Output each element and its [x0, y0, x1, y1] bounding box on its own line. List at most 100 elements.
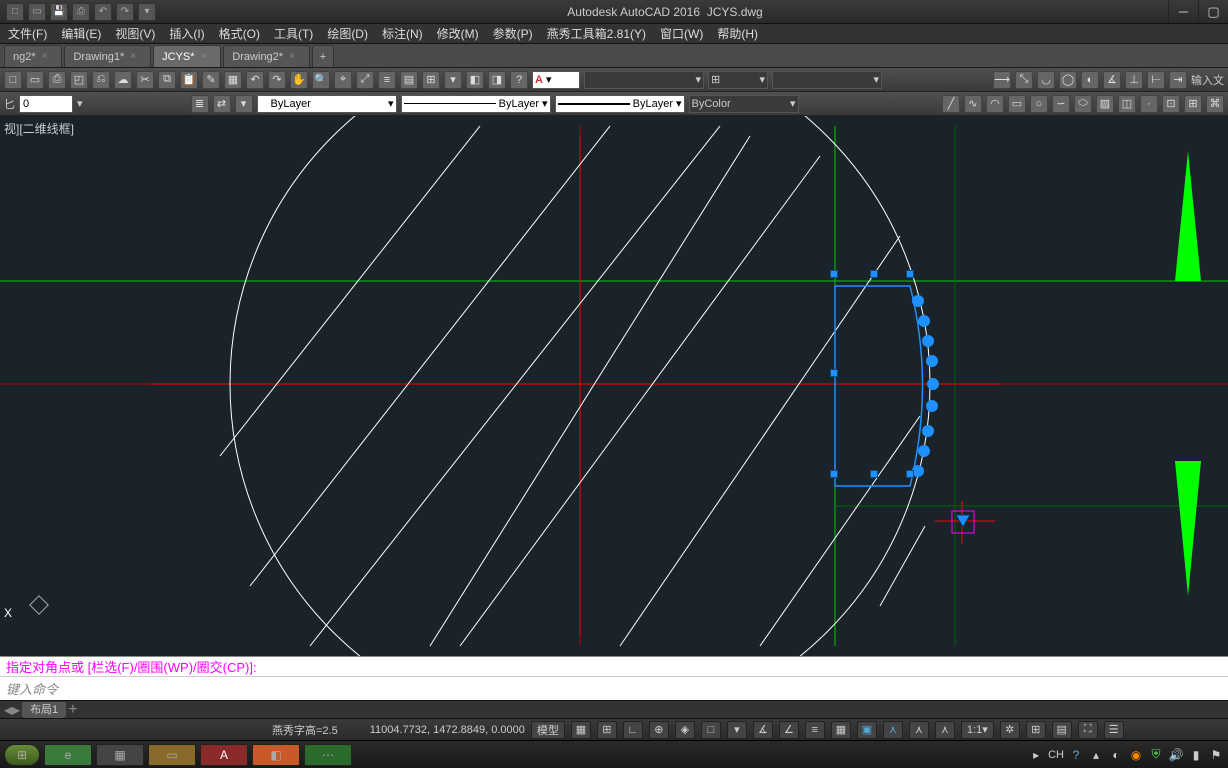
cycle-icon[interactable]: ▣	[857, 721, 877, 739]
qat-redo-icon[interactable]: ↷	[116, 3, 134, 21]
drawing-canvas[interactable]: 视][二维线框]	[0, 116, 1228, 656]
osnap-dd-icon[interactable]: ▾	[727, 721, 747, 739]
layout-nav-icon[interactable]: ◂▸	[4, 700, 20, 720]
transp-icon[interactable]: ▦	[831, 721, 851, 739]
qat-print-icon[interactable]: ⎙	[72, 3, 90, 21]
qat-save-icon[interactable]: 💾	[50, 3, 68, 21]
menu-modify[interactable]: 修改(M)	[437, 25, 479, 42]
mleader-dropdown[interactable]: ▾	[772, 71, 882, 89]
qat-undo-icon[interactable]: ↶	[94, 3, 112, 21]
dim9-icon[interactable]: ⇥	[1169, 71, 1187, 89]
new-icon[interactable]: □	[4, 71, 22, 89]
command-input[interactable]: 键入命令	[0, 676, 1228, 700]
dim4-icon[interactable]: ◯	[1059, 71, 1077, 89]
close-icon[interactable]: ×	[130, 51, 136, 62]
cut-icon[interactable]: ✂	[136, 71, 154, 89]
menu-param[interactable]: 参数(P)	[493, 25, 533, 42]
color-dropdown[interactable]: ByColor▾	[689, 95, 799, 113]
doc-tab[interactable]: ng2*×	[4, 45, 62, 67]
tray-net-icon[interactable]: ▮	[1188, 747, 1204, 763]
grip-handle[interactable]	[906, 270, 914, 278]
scale-dropdown-icon[interactable]: ▾	[77, 97, 83, 110]
filter-icon[interactable]: ▾	[235, 95, 253, 113]
snap-icon[interactable]: ⊞	[597, 721, 617, 739]
dim3-icon[interactable]: ◡	[1037, 71, 1055, 89]
draw-rect-icon[interactable]: ▭	[1008, 95, 1026, 113]
linetype-dropdown[interactable]: ByLayer▾	[401, 95, 551, 113]
grip-handle[interactable]	[830, 470, 838, 478]
preview-icon[interactable]: ◰	[70, 71, 88, 89]
menu-window[interactable]: 窗口(W)	[660, 25, 703, 42]
menu-tools[interactable]: 工具(T)	[274, 25, 313, 42]
draw-10-icon[interactable]: ⊞	[1184, 95, 1202, 113]
task-powerpoint[interactable]: ◧	[252, 744, 300, 766]
lineweight-dropdown[interactable]: ByLayer▾	[555, 95, 685, 113]
task-calculator[interactable]: ▦	[96, 744, 144, 766]
draw-line-icon[interactable]: ╱	[942, 95, 960, 113]
scale-input[interactable]	[19, 95, 73, 113]
plot-icon[interactable]: ⎌	[92, 71, 110, 89]
quickprops-icon[interactable]: ▤	[1052, 721, 1072, 739]
draw-hatch-icon[interactable]: ▨	[1096, 95, 1114, 113]
grip-handle[interactable]	[870, 470, 878, 478]
zoom-icon[interactable]: 🔍	[312, 71, 330, 89]
task-explorer[interactable]: ▭	[148, 744, 196, 766]
tray-2-icon[interactable]: ◉	[1128, 747, 1144, 763]
undo-icon[interactable]: ↶	[246, 71, 264, 89]
dim5-icon[interactable]: ◐	[1081, 71, 1099, 89]
tray-flag2-icon[interactable]: ⚑	[1208, 747, 1224, 763]
table-dropdown[interactable]: ⊞▾	[708, 71, 768, 89]
menu-yanxiu[interactable]: 燕秀工具箱2.81(Y)	[547, 25, 646, 42]
block-icon[interactable]: ▦	[224, 71, 242, 89]
help-icon[interactable]: ?	[510, 71, 528, 89]
sheet-icon[interactable]: ▤	[400, 71, 418, 89]
close-icon[interactable]: ×	[200, 51, 206, 62]
menu-edit[interactable]: 编辑(E)	[61, 25, 101, 42]
dim6-icon[interactable]: ∡	[1103, 71, 1121, 89]
calc-icon[interactable]: ⊞	[422, 71, 440, 89]
draw-ellipse-icon[interactable]: ⬭	[1074, 95, 1092, 113]
dim7-icon[interactable]: ⊥	[1125, 71, 1143, 89]
qat-dropdown-icon[interactable]: ▾	[138, 3, 156, 21]
ws-icon[interactable]: ⊞	[1026, 721, 1046, 739]
walk2-icon[interactable]: ⋏	[909, 721, 929, 739]
dim1-icon[interactable]: ⟶	[993, 71, 1011, 89]
draw-spline-icon[interactable]: ∽	[1052, 95, 1070, 113]
open-icon[interactable]: ▭	[26, 71, 44, 89]
menu-insert[interactable]: 插入(I)	[169, 25, 204, 42]
customize-icon[interactable]: ☰	[1104, 721, 1124, 739]
osnap-icon[interactable]: □	[701, 721, 721, 739]
draw-11-icon[interactable]: ⌘	[1206, 95, 1224, 113]
close-icon[interactable]: ×	[42, 51, 48, 62]
layout-tab[interactable]: 布局1	[22, 702, 66, 718]
qat-new-icon[interactable]: □	[6, 3, 24, 21]
walk1-icon[interactable]: ⋏	[883, 721, 903, 739]
menu-dim[interactable]: 标注(N)	[382, 25, 423, 42]
tray-up-icon[interactable]: ▴	[1088, 747, 1104, 763]
menu-view[interactable]: 视图(V)	[115, 25, 155, 42]
redo-icon[interactable]: ↷	[268, 71, 286, 89]
otrack-icon[interactable]: ∠	[779, 721, 799, 739]
draw-9-icon[interactable]: ⊡	[1162, 95, 1180, 113]
tray-1-icon[interactable]: ◐	[1108, 747, 1124, 763]
print-icon[interactable]: ⎙	[48, 71, 66, 89]
dim8-icon[interactable]: ⊢	[1147, 71, 1165, 89]
task-autocad[interactable]: A	[200, 744, 248, 766]
paste-icon[interactable]: 📋	[180, 71, 198, 89]
tray-flag-icon[interactable]: ▸	[1028, 747, 1044, 763]
draw-region-icon[interactable]: ◫	[1118, 95, 1136, 113]
dropdown-icon[interactable]: ▾	[444, 71, 462, 89]
draw-arc-icon[interactable]: ◠	[986, 95, 1004, 113]
gear-icon[interactable]: ✲	[1000, 721, 1020, 739]
tray-help-icon[interactable]: ?	[1068, 747, 1084, 763]
menu-format[interactable]: 格式(O)	[219, 25, 260, 42]
tray-shield-icon[interactable]: ⛨	[1148, 747, 1164, 763]
maximize-button[interactable]: ▢	[1198, 1, 1228, 23]
textstyle-dropdown[interactable]: A▾	[532, 71, 580, 89]
clean-icon[interactable]: ⛶	[1078, 721, 1098, 739]
layerstate-icon[interactable]: ⇄	[213, 95, 231, 113]
tray-vol-icon[interactable]: 🔊	[1168, 747, 1184, 763]
layermgr-icon[interactable]: ≣	[191, 95, 209, 113]
model-button[interactable]: 模型	[531, 721, 565, 739]
zoomext-icon[interactable]: ⤢	[356, 71, 374, 89]
